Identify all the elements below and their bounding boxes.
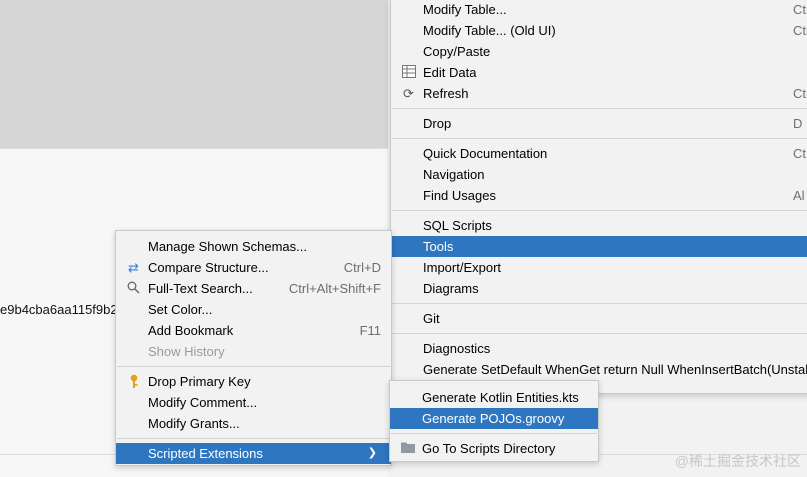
menu-item-modify-table[interactable]: Modify Table... Ctr — [391, 0, 807, 20]
menu-item-compare-structure[interactable]: ⇄ Compare Structure... Ctrl+D — [116, 257, 391, 278]
menu-item-label: Generate Kotlin Entities.kts — [422, 390, 579, 405]
tools-submenu: Manage Shown Schemas... ⇄ Compare Struct… — [115, 230, 392, 466]
menu-item-label: Tools — [423, 239, 454, 254]
menu-item-label: Set Color... — [148, 302, 213, 317]
menu-item-label: Modify Table... — [423, 2, 507, 17]
menu-item-modify-table-old-ui[interactable]: Modify Table... (Old UI) Ctr — [391, 20, 807, 41]
watermark: @稀土掘金技术社区 — [674, 453, 801, 469]
shortcut-label: Ctr — [793, 23, 807, 38]
menu-item-show-history: Show History — [116, 341, 391, 362]
menu-item-generate-pojos[interactable]: Generate POJOs.groovy — [390, 408, 598, 429]
menu-item-drop-primary-key[interactable]: Drop Primary Key — [116, 371, 391, 392]
refresh-icon: ⟳ — [403, 86, 414, 101]
menu-item-label: Full-Text Search... — [148, 281, 253, 296]
menu-item-label: Import/Export — [423, 260, 502, 275]
menu-item-go-to-scripts-directory[interactable]: Go To Scripts Directory — [390, 438, 598, 459]
menu-item-label: Refresh — [423, 86, 469, 101]
menu-separator — [392, 138, 807, 139]
search-icon — [126, 281, 141, 296]
menu-item-refresh[interactable]: ⟳ Refresh Ctr — [391, 83, 807, 104]
editor-preview-area — [0, 0, 388, 148]
menu-item-label: Navigation — [423, 167, 485, 182]
menu-item-manage-shown-schemas[interactable]: Manage Shown Schemas... — [116, 236, 391, 257]
shortcut-label: Ctrl+Alt+Shift+F — [288, 281, 381, 296]
shortcut-label: Ctrl+D — [343, 260, 381, 275]
folder-icon — [400, 441, 415, 456]
menu-item-label: SQL Scripts — [423, 218, 492, 233]
shortcut-label: D — [793, 116, 803, 131]
menu-item-label: Generate SetDefault WhenGet return Null … — [423, 362, 807, 377]
menu-item-set-color[interactable]: Set Color... — [116, 299, 391, 320]
hash-text: e9b4cba6aa115f9b2 — [0, 302, 118, 317]
menu-item-label: Generate POJOs.groovy — [422, 411, 565, 426]
shortcut-label: Ct — [793, 146, 806, 161]
menu-item-label: Copy/Paste — [423, 44, 491, 59]
table-icon — [401, 65, 416, 80]
menu-item-label: Add Bookmark — [148, 323, 234, 338]
toolbar-band — [0, 148, 388, 208]
menu-item-label: Modify Comment... — [148, 395, 258, 410]
menu-item-label: Modify Grants... — [148, 416, 240, 431]
menu-item-sql-scripts[interactable]: SQL Scripts — [391, 215, 807, 236]
menu-item-diagrams[interactable]: Diagrams — [391, 278, 807, 299]
menu-item-modify-comment[interactable]: Modify Comment... — [116, 392, 391, 413]
menu-separator — [117, 438, 390, 439]
menu-item-quick-documentation[interactable]: Quick Documentation Ct — [391, 143, 807, 164]
menu-item-add-bookmark[interactable]: Add Bookmark F11 — [116, 320, 391, 341]
shortcut-label: Ctr — [793, 2, 807, 17]
menu-item-label: Find Usages — [423, 188, 496, 203]
menu-item-tools[interactable]: Tools — [391, 236, 807, 257]
menu-separator — [392, 333, 807, 334]
menu-item-label: Compare Structure... — [148, 260, 269, 275]
menu-separator — [391, 433, 597, 434]
menu-separator — [392, 303, 807, 304]
menu-item-label: Scripted Extensions — [148, 446, 263, 461]
shortcut-label: Ctr — [793, 86, 807, 101]
menu-separator — [392, 108, 807, 109]
menu-item-label: Diagnostics — [423, 341, 491, 356]
key-icon — [126, 374, 141, 389]
scripted-extensions-submenu: Generate Kotlin Entities.kts Generate PO… — [389, 380, 599, 462]
menu-item-label: Drop — [423, 116, 452, 131]
menu-item-scripted-extensions[interactable]: Scripted Extensions ❯ — [116, 443, 391, 464]
menu-item-copy-paste[interactable]: Copy/Paste — [391, 41, 807, 62]
menu-item-label: Diagrams — [423, 281, 479, 296]
shortcut-label: F11 — [359, 323, 381, 338]
menu-item-label: Modify Table... (Old UI) — [423, 23, 556, 38]
menu-separator — [392, 210, 807, 211]
menu-item-navigation[interactable]: Navigation — [391, 164, 807, 185]
menu-item-import-export[interactable]: Import/Export — [391, 257, 807, 278]
menu-item-edit-data[interactable]: Edit Data — [391, 62, 807, 83]
context-menu: Modify Table... Ctr Modify Table... (Old … — [390, 0, 807, 394]
menu-item-label: Manage Shown Schemas... — [148, 239, 307, 254]
menu-item-label: Quick Documentation — [423, 146, 548, 161]
menu-item-label: Git — [423, 311, 440, 326]
menu-item-modify-grants[interactable]: Modify Grants... — [116, 413, 391, 434]
menu-item-label: Go To Scripts Directory — [422, 441, 556, 456]
menu-item-label: Edit Data — [423, 65, 477, 80]
chevron-right-icon: ❯ — [367, 447, 377, 459]
menu-item-label: Show History — [148, 344, 225, 359]
shortcut-label: Al — [793, 188, 805, 203]
menu-item-full-text-search[interactable]: Full-Text Search... Ctrl+Alt+Shift+F — [116, 278, 391, 299]
menu-separator — [117, 366, 390, 367]
compare-icon: ⇄ — [128, 260, 139, 275]
menu-item-git[interactable]: Git — [391, 308, 807, 329]
menu-item-generate-kotlin-entities[interactable]: Generate Kotlin Entities.kts — [390, 387, 598, 408]
menu-item-find-usages[interactable]: Find Usages Al — [391, 185, 807, 206]
menu-item-drop[interactable]: Drop D — [391, 113, 807, 134]
menu-item-generate-setdefault[interactable]: Generate SetDefault WhenGet return Null … — [391, 359, 807, 380]
menu-item-diagnostics[interactable]: Diagnostics — [391, 338, 807, 359]
menu-item-label: Drop Primary Key — [148, 374, 251, 389]
